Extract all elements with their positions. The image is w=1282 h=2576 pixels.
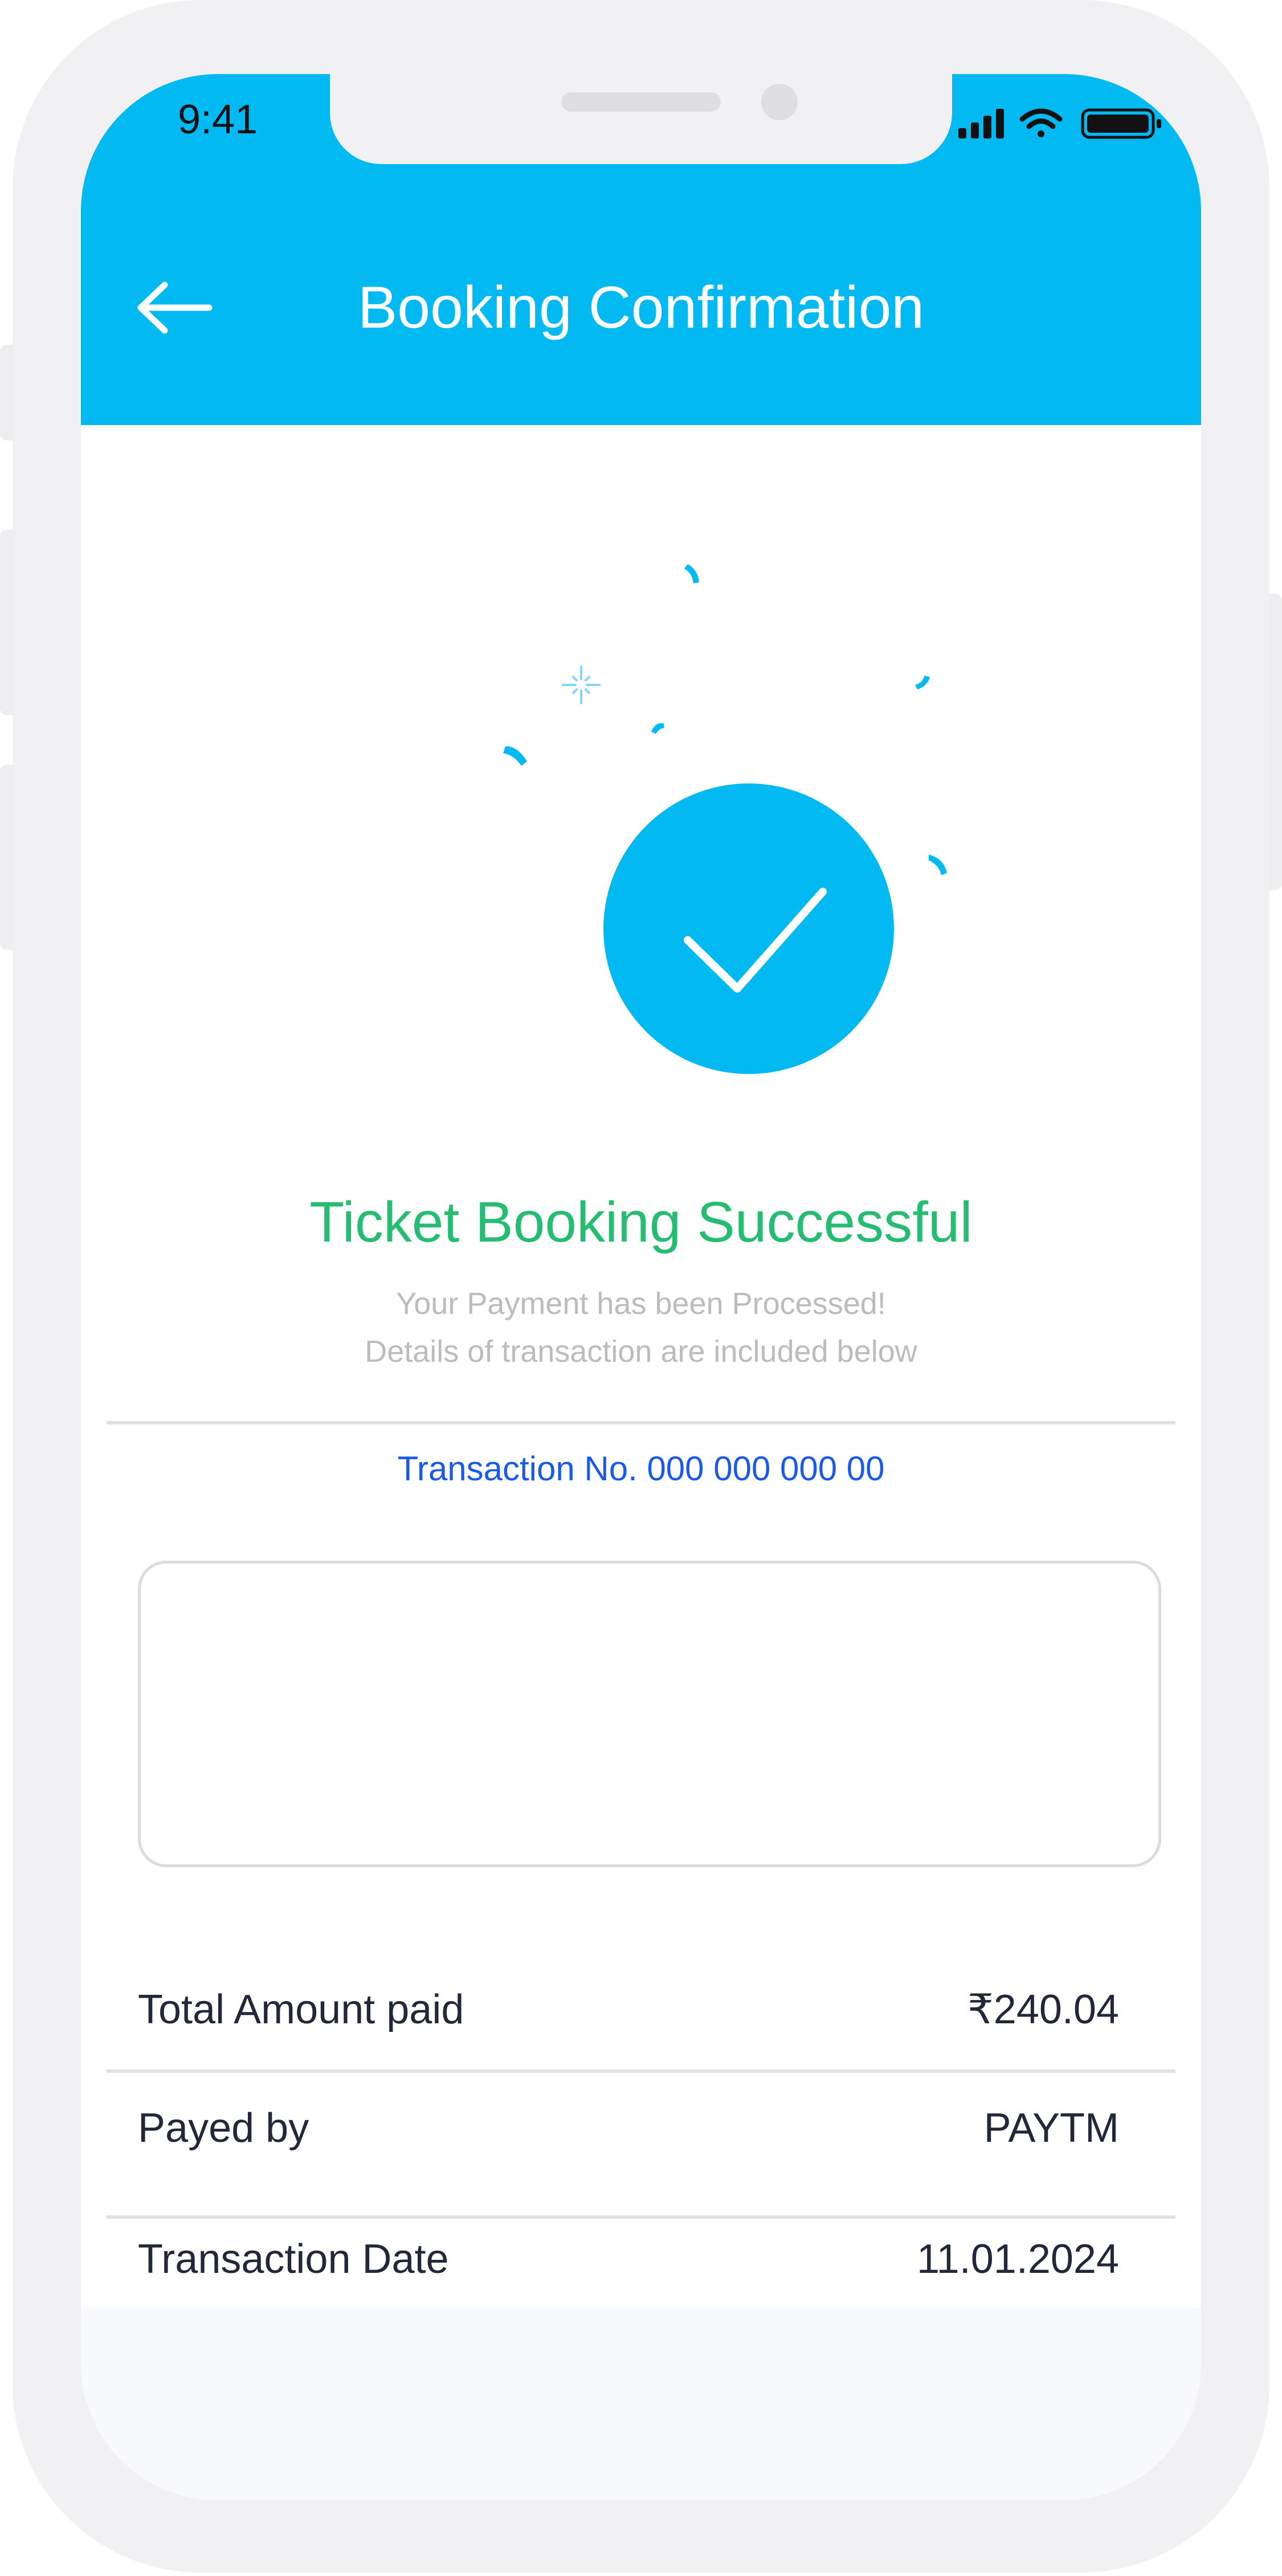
status-time: 9:41 <box>178 97 258 142</box>
speaker-grille <box>561 92 721 112</box>
total-amount-value: ₹240.04 <box>967 1987 1119 2032</box>
back-arrow-icon[interactable] <box>135 276 215 339</box>
payed-by-label: Payed by <box>138 2105 309 2151</box>
success-heading: Ticket Booking Successful <box>309 1190 973 1254</box>
front-camera <box>761 84 798 120</box>
status-icons <box>958 108 1161 139</box>
divider <box>107 2215 1175 2219</box>
transaction-label: Transaction No. <box>397 1450 638 1488</box>
signal-icon <box>958 109 1004 138</box>
phone-side-button-volume-up <box>0 530 14 715</box>
divider <box>107 2069 1175 2073</box>
battery-icon <box>1081 108 1161 139</box>
ticket-details-box <box>138 1561 1161 1867</box>
phone-side-button-power <box>1268 594 1282 890</box>
wifi-icon <box>1019 108 1063 137</box>
success-badge <box>603 783 894 1074</box>
transaction-date-value: 11.01.2024 <box>916 2236 1119 2282</box>
success-subtitle-line1: Your Payment has been Processed! <box>396 1287 886 1321</box>
divider <box>107 1421 1175 1424</box>
page-title: Booking Confirmation <box>357 275 925 341</box>
transaction-number: Transaction No. 000 000 000 00 <box>81 1440 1201 1497</box>
notch <box>330 74 952 164</box>
phone-side-button-mute <box>0 345 14 440</box>
phone-side-button-volume-down <box>0 765 14 950</box>
phone-screen: 9:41 Booking Confirmation Ticket Booking… <box>81 74 1201 2500</box>
sparkle-icon <box>562 666 601 704</box>
transaction-date-label: Transaction Date <box>138 2236 449 2282</box>
bottom-area <box>81 2308 1201 2500</box>
payed-by-value: PAYTM <box>983 2105 1119 2151</box>
transaction-value: 000 000 000 00 <box>647 1450 885 1488</box>
total-amount-label: Total Amount paid <box>138 1987 464 2032</box>
success-subtitle-line2: Details of transaction are included belo… <box>365 1334 917 1369</box>
success-illustration <box>503 564 947 1074</box>
